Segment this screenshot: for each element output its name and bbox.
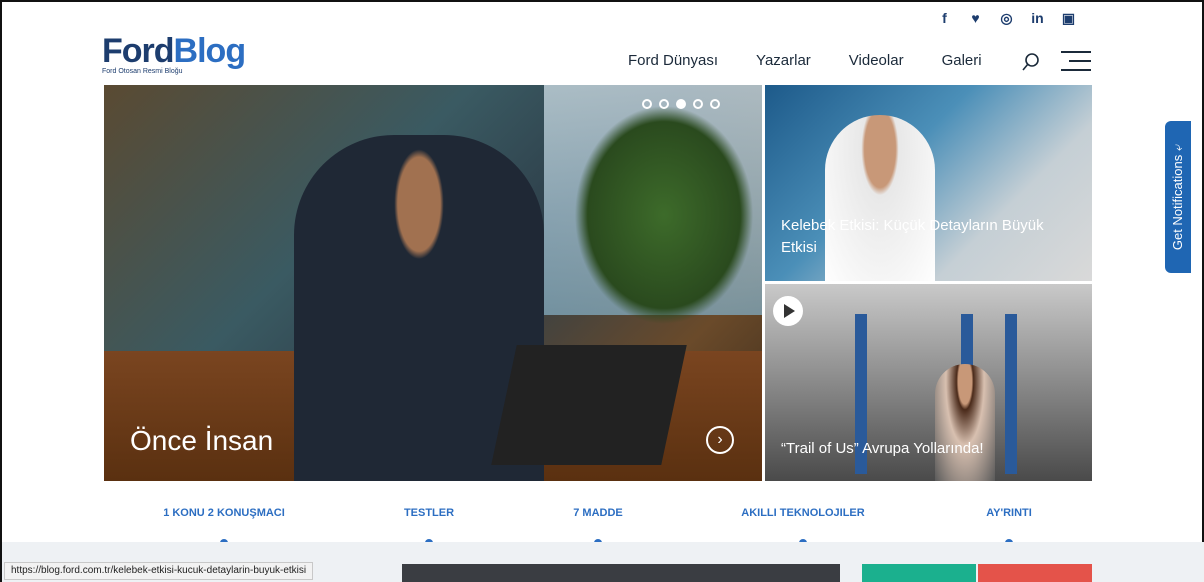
promo-tile-green[interactable] (862, 564, 976, 582)
hero-title[interactable]: Önce İnsan (130, 425, 273, 457)
nav-galeri[interactable]: Galeri (942, 52, 982, 69)
slider-dot[interactable] (659, 99, 669, 109)
instagram-icon[interactable]: ◎ (991, 10, 1022, 27)
category-ayrinti[interactable]: Ay'rıntı (986, 507, 1032, 519)
slider-dot-active[interactable] (676, 99, 686, 109)
category-7-madde[interactable]: 7 Madde (573, 507, 623, 519)
card-title[interactable]: “Trail of Us” Avrupa Yollarında! (781, 440, 984, 457)
category-testler[interactable]: Testler (404, 507, 454, 519)
hero-plant (574, 105, 754, 325)
status-bar-url: https://blog.ford.com.tr/kelebek-etkisi-… (4, 562, 314, 580)
slider-dot[interactable] (642, 99, 652, 109)
feature-card-kelebek[interactable]: Kelebek Etkisi: Küçük Detayların Büyük E… (765, 85, 1092, 281)
slider-dot[interactable] (710, 99, 720, 109)
card-person-image (935, 364, 995, 481)
feature-card-trail[interactable]: “Trail of Us” Avrupa Yollarında! (765, 284, 1092, 481)
slider-dot[interactable] (693, 99, 703, 109)
social-links: f ♥ ◎ in ▣ (929, 10, 1084, 27)
nav-yazarlar[interactable]: Yazarlar (756, 52, 811, 69)
logo-ford: Ford (102, 32, 175, 70)
category-1-konu[interactable]: 1 Konu 2 Konuşmacı (163, 507, 285, 519)
search-icon[interactable] (1022, 53, 1040, 71)
linkedin-icon[interactable]: in (1022, 10, 1053, 27)
hero-slide[interactable]: Önce İnsan › (104, 85, 762, 481)
article-preview-image[interactable] (402, 564, 840, 582)
get-notifications-button[interactable]: Get Notifications ⤶ (1165, 121, 1191, 273)
slider-dots (642, 99, 720, 109)
hero-next-button[interactable]: › (706, 426, 734, 454)
play-icon[interactable] (773, 296, 803, 326)
main-nav: Ford Dünyası Yazarlar Videolar Galeri (628, 52, 1020, 69)
youtube-icon[interactable]: ▣ (1053, 10, 1084, 27)
car-lift (1005, 314, 1017, 474)
nav-videolar[interactable]: Videolar (849, 52, 904, 69)
category-akilli-teknolojiler[interactable]: Akıllı Teknolojiler (741, 507, 864, 519)
card-title[interactable]: Kelebek Etkisi: Küçük Detayların Büyük E… (781, 215, 1061, 259)
notification-label: Get Notifications ⤶ (1170, 143, 1185, 251)
facebook-icon[interactable]: f (929, 10, 960, 27)
logo-blog: Blog (173, 32, 247, 70)
twitter-icon[interactable]: ♥ (960, 10, 991, 27)
site-logo[interactable]: FordBlog Ford Otosan Resmi Bloğu (102, 32, 247, 75)
hero-laptop (491, 345, 687, 465)
promo-tile-red[interactable] (978, 564, 1092, 582)
hamburger-menu-icon[interactable] (1061, 51, 1091, 73)
nav-ford-dunyasi[interactable]: Ford Dünyası (628, 52, 718, 69)
